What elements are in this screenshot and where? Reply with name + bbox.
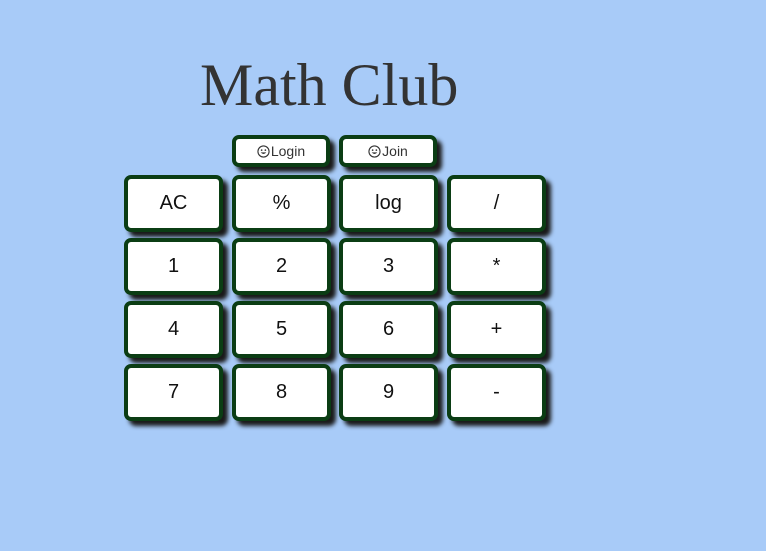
key-6-button[interactable]: 6 — [339, 301, 438, 358]
key-9-button[interactable]: 9 — [339, 364, 438, 421]
key-4-button[interactable]: 4 — [124, 301, 223, 358]
key-7-button[interactable]: 7 — [124, 364, 223, 421]
login-button[interactable]: Login — [232, 135, 330, 167]
key-divide-button[interactable]: / — [447, 175, 546, 232]
smiley-icon — [257, 144, 270, 158]
key-multiply-button[interactable]: * — [447, 238, 546, 295]
key-2-button[interactable]: 2 — [232, 238, 331, 295]
page-title: Math Club — [200, 52, 459, 118]
key-ac-button[interactable]: AC — [124, 175, 223, 232]
key-8-button[interactable]: 8 — [232, 364, 331, 421]
key-minus-button[interactable]: - — [447, 364, 546, 421]
key-3-button[interactable]: 3 — [339, 238, 438, 295]
key-log-button[interactable]: log — [339, 175, 438, 232]
key-1-button[interactable]: 1 — [124, 238, 223, 295]
smiley-icon — [368, 144, 381, 158]
login-label: Login — [270, 143, 306, 159]
key-percent-button[interactable]: % — [232, 175, 331, 232]
join-button[interactable]: Join — [339, 135, 437, 167]
key-plus-button[interactable]: + — [447, 301, 546, 358]
key-5-button[interactable]: 5 — [232, 301, 331, 358]
join-label: Join — [382, 143, 408, 159]
